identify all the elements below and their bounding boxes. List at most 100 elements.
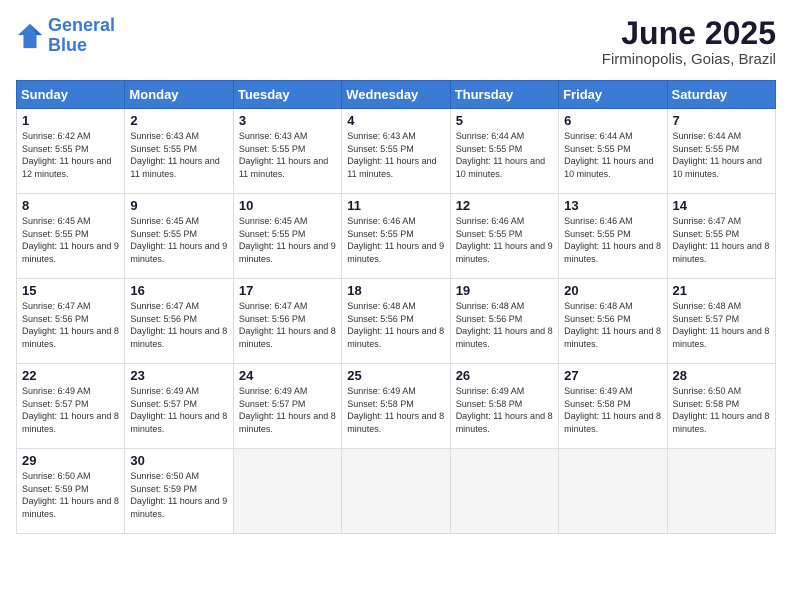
day-number: 20 [564,283,661,298]
day-number: 7 [673,113,770,128]
calendar-cell [450,449,558,534]
calendar-cell: 29Sunrise: 6:50 AMSunset: 5:59 PMDayligh… [17,449,125,534]
day-number: 23 [130,368,227,383]
title-block: June 2025 Firminopolis, Goias, Brazil [602,16,776,68]
calendar-cell: 12 Sunrise: 6:46 AMSunset: 5:55 PMDayligh… [450,194,558,279]
header-wednesday: Wednesday [342,81,450,109]
calendar-cell: 16 Sunrise: 6:47 AMSunset: 5:56 PMDayligh… [125,279,233,364]
day-number: 16 [130,283,227,298]
logo-icon [16,22,44,50]
logo-line2: Blue [48,35,87,55]
day-number: 29 [22,453,119,468]
header-friday: Friday [559,81,667,109]
calendar-cell [667,449,775,534]
day-number: 4 [347,113,444,128]
main-title: June 2025 [602,16,776,51]
week-row-4: 22 Sunrise: 6:49 AMSunset: 5:57 PMDayligh… [17,364,776,449]
calendar-cell: 30 Sunrise: 6:50 AMSunset: 5:59 PMDayligh… [125,449,233,534]
day-number: 30 [130,453,227,468]
calendar-header-row: SundayMondayTuesdayWednesdayThursdayFrid… [17,81,776,109]
day-info: Sunrise: 6:43 AMSunset: 5:55 PMDaylight:… [130,130,227,180]
calendar-cell: 13 Sunrise: 6:46 AMSunset: 5:55 PMDayligh… [559,194,667,279]
day-info: Sunrise: 6:49 AMSunset: 5:57 PMDaylight:… [130,385,227,435]
calendar-table: SundayMondayTuesdayWednesdayThursdayFrid… [16,80,776,534]
day-number: 13 [564,198,661,213]
day-number: 10 [239,198,336,213]
day-info: Sunrise: 6:49 AMSunset: 5:57 PMDaylight:… [22,385,119,435]
day-info: Sunrise: 6:45 AMSunset: 5:55 PMDaylight:… [22,215,119,265]
header-thursday: Thursday [450,81,558,109]
day-info: Sunrise: 6:49 AMSunset: 5:58 PMDaylight:… [456,385,553,435]
day-number: 27 [564,368,661,383]
calendar-cell: 14Sunrise: 6:47 AMSunset: 5:55 PMDayligh… [667,194,775,279]
day-number: 22 [22,368,119,383]
day-number: 2 [130,113,227,128]
calendar-cell: 28 Sunrise: 6:50 AMSunset: 5:58 PMDayligh… [667,364,775,449]
header-saturday: Saturday [667,81,775,109]
calendar-cell: 21Sunrise: 6:48 AMSunset: 5:57 PMDayligh… [667,279,775,364]
calendar-cell: 11Sunrise: 6:46 AMSunset: 5:55 PMDayligh… [342,194,450,279]
day-number: 19 [456,283,553,298]
day-info: Sunrise: 6:45 AMSunset: 5:55 PMDaylight:… [130,215,227,265]
day-number: 26 [456,368,553,383]
calendar-cell: 8Sunrise: 6:45 AMSunset: 5:55 PMDaylight… [17,194,125,279]
day-number: 18 [347,283,444,298]
calendar-cell: 2 Sunrise: 6:43 AMSunset: 5:55 PMDaylight… [125,109,233,194]
calendar-cell [559,449,667,534]
day-number: 15 [22,283,119,298]
day-info: Sunrise: 6:44 AMSunset: 5:55 PMDaylight:… [673,130,770,180]
week-row-1: 1Sunrise: 6:42 AMSunset: 5:55 PMDaylight… [17,109,776,194]
day-info: Sunrise: 6:47 AMSunset: 5:56 PMDaylight:… [22,300,119,350]
calendar-cell: 25Sunrise: 6:49 AMSunset: 5:58 PMDayligh… [342,364,450,449]
day-number: 12 [456,198,553,213]
calendar-cell: 9 Sunrise: 6:45 AMSunset: 5:55 PMDaylight… [125,194,233,279]
logo-text: General Blue [48,16,115,56]
calendar-cell [233,449,341,534]
week-row-3: 15 Sunrise: 6:47 AMSunset: 5:56 PMDayligh… [17,279,776,364]
logo-line1: General [48,15,115,35]
calendar-cell: 3Sunrise: 6:43 AMSunset: 5:55 PMDaylight… [233,109,341,194]
calendar-cell: 22 Sunrise: 6:49 AMSunset: 5:57 PMDayligh… [17,364,125,449]
day-number: 9 [130,198,227,213]
day-info: Sunrise: 6:48 AMSunset: 5:56 PMDaylight:… [347,300,444,350]
day-info: Sunrise: 6:49 AMSunset: 5:58 PMDaylight:… [564,385,661,435]
week-row-5: 29 Sunrise: 6:50 AMSunset: 5:59 PMDayligh… [17,449,776,534]
header-sunday: Sunday [17,81,125,109]
day-info: Sunrise: 6:48 AMSunset: 5:56 PMDaylight:… [456,300,553,350]
day-info: Sunrise: 6:44 AMSunset: 5:55 PMDaylight:… [456,130,553,180]
day-number: 28 [673,368,770,383]
page-header: General Blue June 2025 Firminopolis, Goi… [16,16,776,68]
day-info: Sunrise: 6:47 AMSunset: 5:55 PMDaylight:… [673,215,770,265]
day-number: 17 [239,283,336,298]
calendar-cell: 17 Sunrise: 6:47 AMSunset: 5:56 PMDayligh… [233,279,341,364]
day-info: Sunrise: 6:46 AMSunset: 5:55 PMDaylight:… [456,215,553,265]
day-info: Sunrise: 6:43 AMSunset: 5:55 PMDaylight:… [347,130,444,180]
day-info: Sunrise: 6:49 AMSunset: 5:58 PMDaylight:… [347,385,444,435]
day-info: Sunrise: 6:47 AMSunset: 5:56 PMDaylight:… [239,300,336,350]
calendar-cell: 24Sunrise: 6:49 AMSunset: 5:57 PMDayligh… [233,364,341,449]
calendar-cell: 19 Sunrise: 6:48 AMSunset: 5:56 PMDayligh… [450,279,558,364]
header-tuesday: Tuesday [233,81,341,109]
day-info: Sunrise: 6:50 AMSunset: 5:58 PMDaylight:… [673,385,770,435]
day-number: 6 [564,113,661,128]
calendar-cell [342,449,450,534]
calendar-cell: 23 Sunrise: 6:49 AMSunset: 5:57 PMDayligh… [125,364,233,449]
day-info: Sunrise: 6:42 AMSunset: 5:55 PMDaylight:… [22,130,119,180]
calendar-cell: 4 Sunrise: 6:43 AMSunset: 5:55 PMDaylight… [342,109,450,194]
day-number: 11 [347,198,444,213]
calendar-cell: 27 Sunrise: 6:49 AMSunset: 5:58 PMDayligh… [559,364,667,449]
day-info: Sunrise: 6:47 AMSunset: 5:56 PMDaylight:… [130,300,227,350]
calendar-cell: 15 Sunrise: 6:47 AMSunset: 5:56 PMDayligh… [17,279,125,364]
day-info: Sunrise: 6:49 AMSunset: 5:57 PMDaylight:… [239,385,336,435]
day-info: Sunrise: 6:46 AMSunset: 5:55 PMDaylight:… [564,215,661,265]
day-info: Sunrise: 6:48 AMSunset: 5:57 PMDaylight:… [673,300,770,350]
day-info: Sunrise: 6:50 AMSunset: 5:59 PMDaylight:… [130,470,227,520]
calendar-cell: 7 Sunrise: 6:44 AMSunset: 5:55 PMDaylight… [667,109,775,194]
subtitle: Firminopolis, Goias, Brazil [602,51,776,68]
day-info: Sunrise: 6:44 AMSunset: 5:55 PMDaylight:… [564,130,661,180]
calendar-cell: 5 Sunrise: 6:44 AMSunset: 5:55 PMDaylight… [450,109,558,194]
logo: General Blue [16,16,115,56]
day-number: 5 [456,113,553,128]
day-info: Sunrise: 6:48 AMSunset: 5:56 PMDaylight:… [564,300,661,350]
calendar-cell: 26 Sunrise: 6:49 AMSunset: 5:58 PMDayligh… [450,364,558,449]
